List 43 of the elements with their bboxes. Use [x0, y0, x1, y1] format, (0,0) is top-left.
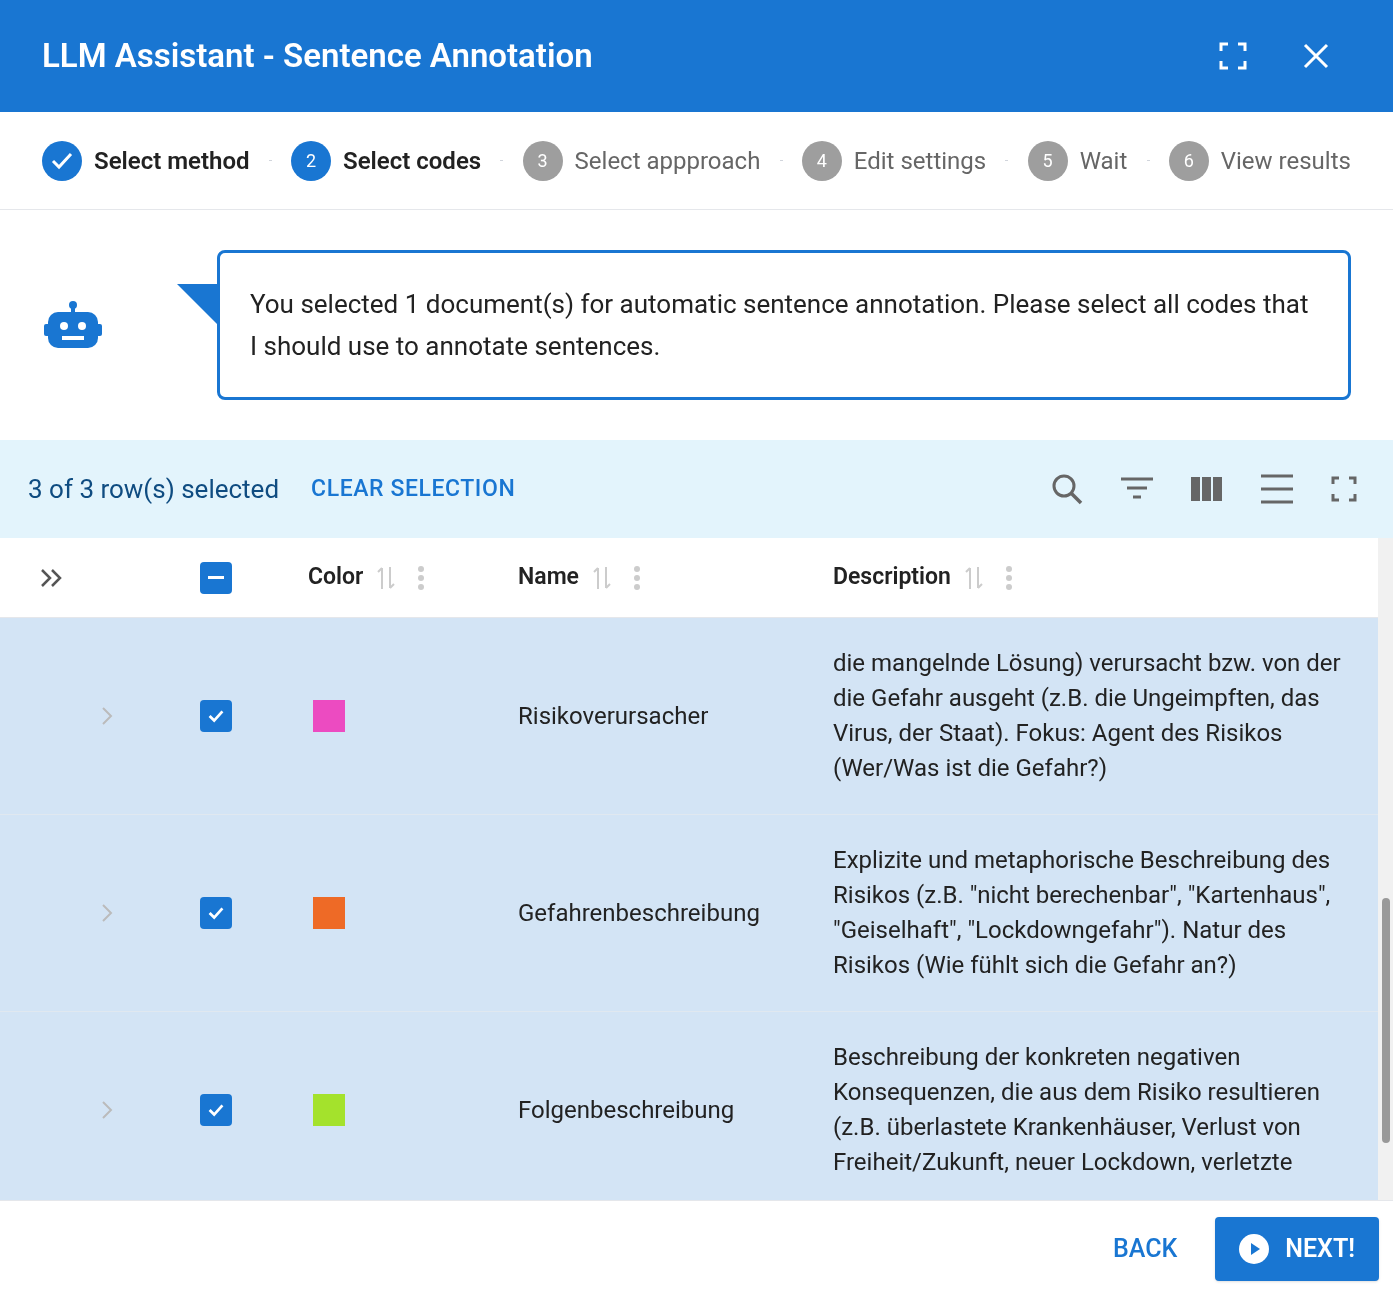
table-row[interactable]: Gefahrenbeschreibung Explizite und metaphorische Beschreibung des Risikos (z.B. "nicht berechenbar", "Kartenhaus", "Geiselhaft", "Lockdowngefahr"). Natur des Risikos (Wie fühlt sich die Gefahr an?) [0, 815, 1378, 1012]
selection-count: 3 of 3 row(s) selected [28, 472, 280, 506]
close-icon[interactable] [1303, 43, 1329, 69]
step-number: 3 [522, 140, 563, 181]
checkbox[interactable] [200, 897, 232, 929]
checkbox[interactable] [200, 700, 232, 732]
step-label: Select codes [343, 145, 482, 177]
column-header[interactable]: Name [518, 560, 579, 595]
next-button[interactable]: NEXT! [1215, 1216, 1379, 1281]
speech-pointer-icon [177, 284, 217, 324]
step-label: View results [1220, 145, 1351, 177]
column-header[interactable]: Color [308, 560, 364, 595]
step-label: Edit settings [853, 145, 987, 177]
table-cell: Risikoverursacher [518, 702, 709, 730]
table-row[interactable]: Folgenbeschreibung Beschreibung der konkreten negativen Konsequenzen, die aus dem Risiko resultieren (z.B. überlastete Krankenhäuser, Verlust von Freiheit/Zukunft, neuer Lockdown, verletzte [0, 1012, 1378, 1200]
table-cell: Folgenbeschreibung [518, 1096, 735, 1124]
step-label: Wait [1079, 145, 1128, 177]
step-label: Select method [94, 145, 250, 177]
table-row[interactable]: Risikoverursacher die mangelnde Lösung) verursacht bzw. von der die Gefahr ausgeht (z.B. die Ungeimpften, das Virus, der Staat). Fokus: Agent des Risikos (Wer/Was ist die Gefahr?) [0, 618, 1378, 815]
back-button[interactable]: BACK [1113, 1229, 1178, 1268]
clear-selection-button[interactable]: CLEAR SELECTION [311, 471, 516, 507]
table-cell-text: die mangelnde Lösung) verursacht bzw. von der die Gefahr ausgeht (z.B. die Ungeimpften, das Virus, der Staat). Fokus: Agent des Risikos (Wer/Was ist die Gefahr?) [833, 648, 1342, 784]
columns-icon[interactable] [1191, 476, 1223, 502]
step-number: 6 [1168, 140, 1209, 181]
fullscreen-icon[interactable] [1331, 476, 1357, 502]
chat-bubble: You selected 1 document(s) for automatic sentence annotation. Please select all codes that I should use to annotate sentences. [217, 250, 1351, 400]
column-header[interactable]: Description [833, 560, 951, 595]
table-cell-text: Explizite und metaphorische Beschreibung des Risikos (z.B. "nicht berechenbar", "Kartenhaus", "Geiselhaft", "Lockdowngefahr"). Natur des Risikos (Wie fühlt sich die Gefahr an?) [833, 845, 1332, 981]
window-title: LLM Assistant - Sentence Annotation [42, 35, 594, 78]
checkbox[interactable] [200, 1094, 232, 1126]
scrollbar[interactable] [1378, 538, 1393, 1200]
play-circle-icon [1239, 1233, 1270, 1264]
step-number: 2 [291, 140, 331, 181]
indeterminate-checkbox[interactable] [200, 561, 232, 594]
filter-icon[interactable] [1121, 476, 1153, 502]
step-number: 5 [1027, 140, 1068, 181]
search-icon[interactable] [1051, 473, 1083, 505]
step-label: Select appproach [574, 145, 761, 177]
robot-icon [44, 300, 102, 350]
table-cell-text: Beschreibung der konkreten negativen Konsequenzen, die aus dem Risiko resultieren (z.B. überlastete Krankenhäuser, Verlust von Freiheit/Zukunft, neuer Lockdown, verletzte [833, 1042, 1321, 1178]
step-number: 4 [801, 140, 842, 181]
density-icon[interactable] [1261, 474, 1293, 504]
table-cell: Gefahrenbeschreibung [518, 899, 760, 927]
